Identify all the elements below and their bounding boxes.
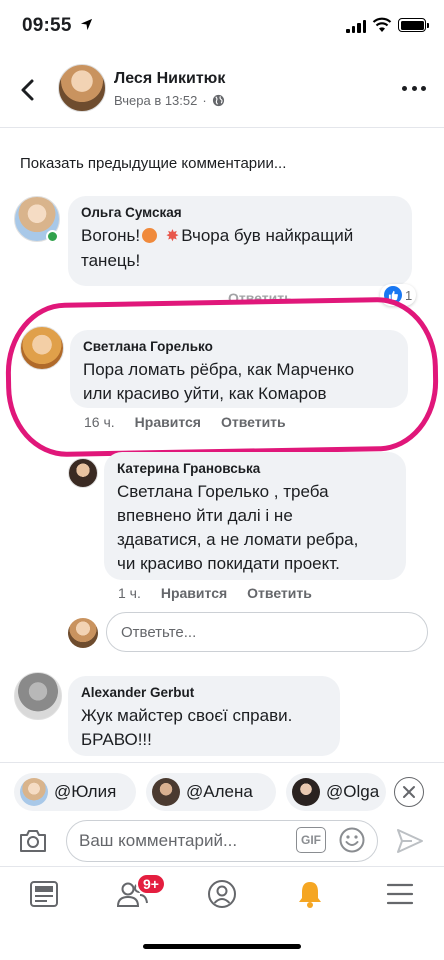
comment-bubble[interactable]: Ольга Сумская Вогонь! ✸ Вчора був найкращ…	[68, 196, 412, 286]
camera-icon[interactable]	[18, 828, 48, 854]
tab-menu[interactable]	[382, 877, 418, 911]
user-avatar	[68, 618, 98, 648]
online-indicator	[46, 230, 59, 243]
status-bar: 09:55	[0, 0, 444, 52]
commenter-name[interactable]: Катерина Грановська	[117, 460, 393, 478]
emoji-icon: ✸	[165, 228, 180, 245]
post-meta: Вчера в 13:52 ·	[114, 93, 225, 108]
more-options-button[interactable]	[402, 84, 426, 92]
comment-time: 16 ч.	[84, 414, 115, 430]
close-icon	[403, 786, 415, 798]
comment-bubble[interactable]: Светлана Горелько Пора ломать рёбра, как…	[70, 330, 408, 408]
comment-text: Светлана Горелько , треба впевнено йти д…	[117, 482, 359, 573]
emoji-icon	[142, 228, 158, 243]
comment-bubble[interactable]: Катерина Грановська Светлана Горелько , …	[104, 452, 406, 580]
post-header: Леся Никитюк Вчера в 13:52 ·	[0, 52, 444, 128]
news-feed-icon	[30, 881, 58, 907]
reaction-count[interactable]: 1	[380, 284, 417, 306]
close-suggestions-button[interactable]	[394, 777, 424, 807]
profile-icon	[208, 880, 236, 908]
location-arrow-icon	[80, 18, 93, 31]
comment-text: Вогонь! ✸ Вчора був найкращий танець!	[81, 226, 354, 270]
commenter-name[interactable]: Светлана Горелько	[83, 338, 395, 356]
reaction-number: 1	[405, 287, 413, 303]
wifi-icon	[372, 17, 392, 32]
post-time: Вчера в 13:52	[114, 93, 198, 108]
author-name[interactable]: Леся Никитюк	[114, 70, 225, 88]
reply-input[interactable]: Ответьте...	[106, 612, 428, 652]
commenter-avatar[interactable]	[68, 458, 98, 488]
commenter-name[interactable]: Alexander Gerbut	[81, 684, 327, 702]
comment-bubble[interactable]: Alexander Gerbut Жук майстер своєї справ…	[68, 676, 340, 756]
show-previous-comments-link[interactable]: Показать предыдущие комментарии...	[20, 155, 286, 172]
reply-row: Ответьте...	[68, 612, 430, 654]
notification-badge: 9+	[136, 873, 166, 895]
like-icon	[384, 286, 402, 304]
commenter-avatar[interactable]	[14, 672, 62, 720]
emoji-picker-icon[interactable]	[338, 826, 366, 854]
mention-chip[interactable]: @Юлия	[14, 773, 136, 811]
like-button[interactable]: Нравится	[161, 585, 227, 601]
comment-text: Пора ломать рёбра, как Марченко или крас…	[83, 360, 355, 403]
gif-button[interactable]: GIF	[296, 827, 326, 853]
mention-avatar	[152, 778, 180, 806]
commenter-avatar[interactable]	[20, 326, 64, 370]
tab-profile[interactable]	[204, 877, 240, 911]
globe-icon	[212, 94, 224, 107]
comment-text: Жук майстер своєї справи. БРАВО!!!	[81, 706, 293, 749]
send-icon[interactable]	[396, 828, 424, 854]
mention-avatar	[292, 778, 320, 806]
home-indicator	[143, 944, 301, 949]
mention-chip[interactable]: @Алена	[146, 773, 276, 811]
mention-suggestions: @Юлия @Алена @Olga	[0, 762, 444, 818]
commenter-name[interactable]: Ольга Сумская	[81, 204, 399, 222]
comment-composer: Ваш комментарий... GIF	[0, 818, 444, 866]
comment-time: 1 ч.	[118, 585, 141, 601]
comment-actions: 16 ч. Нравится Ответить	[84, 414, 286, 430]
meta-separator: ·	[202, 93, 207, 108]
mention-avatar	[20, 778, 48, 806]
comment-actions: 1 ч. Нравится Ответить	[118, 585, 312, 601]
back-button[interactable]	[14, 76, 42, 104]
reply-button[interactable]: Ответить	[221, 414, 286, 430]
battery-icon	[398, 18, 429, 32]
tab-news-feed[interactable]	[26, 877, 62, 911]
like-button[interactable]: Нравится	[135, 414, 201, 430]
status-time: 09:55	[22, 15, 72, 36]
mention-chip[interactable]: @Olga	[286, 773, 386, 811]
tab-notifications[interactable]	[292, 877, 328, 911]
comment-input[interactable]: Ваш комментарий...	[66, 820, 378, 862]
signal-icon	[346, 20, 366, 33]
bell-icon	[299, 882, 321, 908]
reply-button[interactable]: Ответить	[228, 290, 293, 306]
author-avatar[interactable]	[58, 64, 106, 112]
menu-icon	[386, 883, 414, 905]
comment-actions: Ответить	[228, 290, 293, 306]
reply-button[interactable]: Ответить	[247, 585, 312, 601]
